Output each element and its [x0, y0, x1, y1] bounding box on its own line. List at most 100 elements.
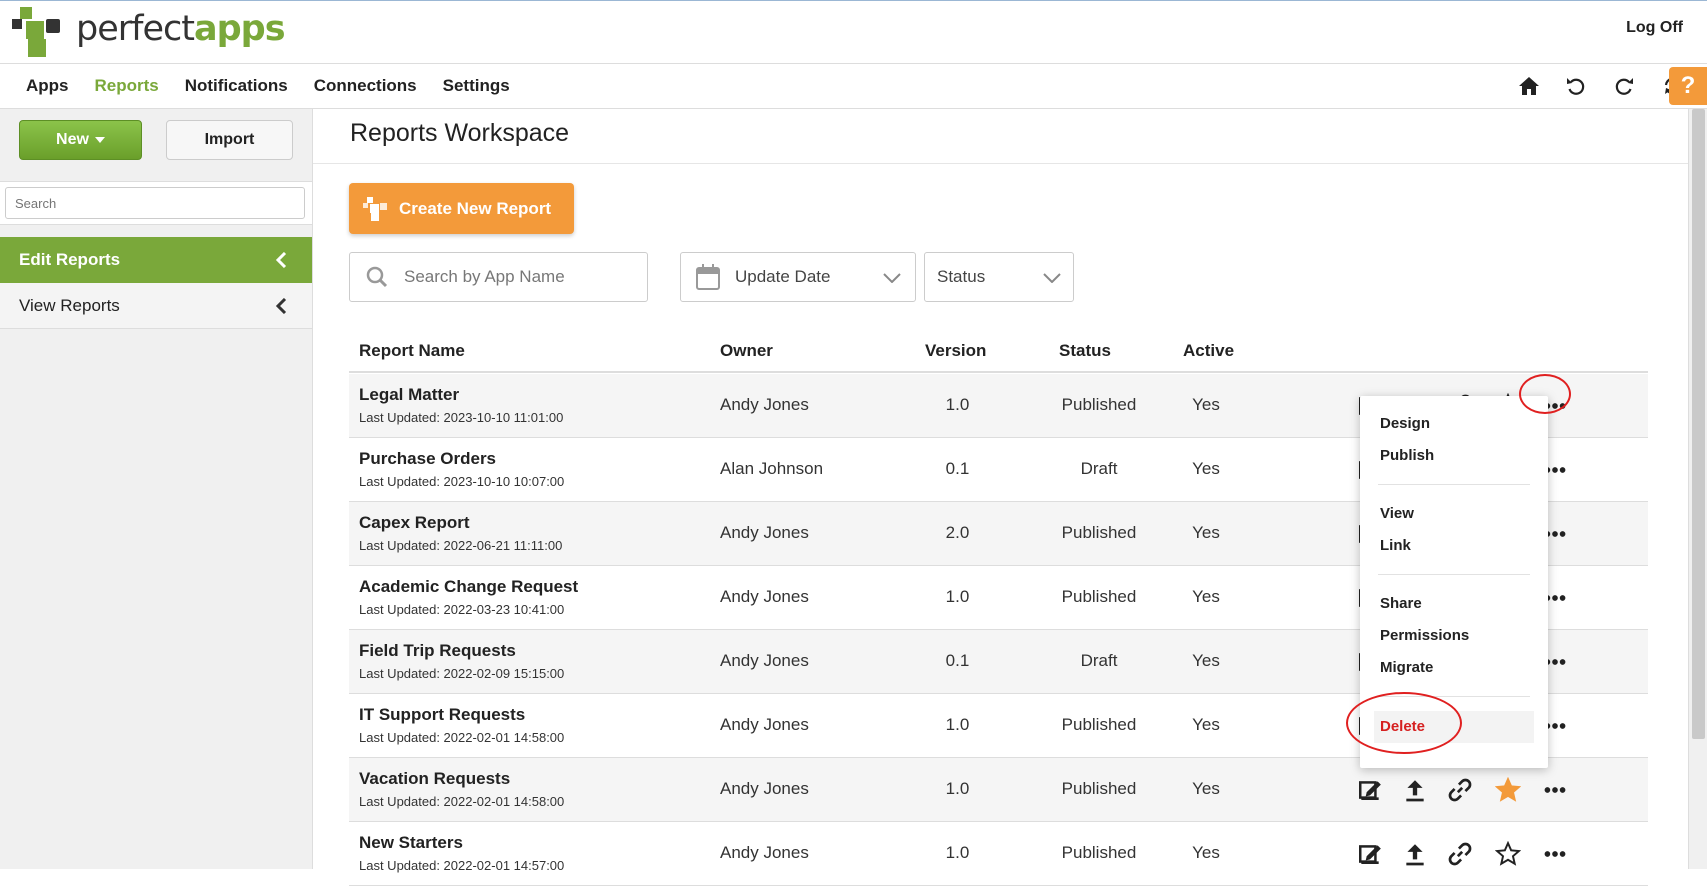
sidebar-search-container [0, 181, 312, 225]
status-cell: Published [1061, 523, 1137, 542]
nav-settings[interactable]: Settings [443, 76, 510, 96]
owner-cell: Andy Jones [720, 651, 809, 670]
sidebar-item-label: Edit Reports [19, 250, 121, 269]
status-cell: Published [1061, 843, 1137, 862]
search-by-app-name-field[interactable]: Search by App Name [349, 252, 648, 302]
owner-cell: Andy Jones [720, 715, 809, 734]
sidebar-item-view-reports[interactable]: View Reports [0, 283, 312, 329]
update-date-label: Update Date [735, 267, 831, 286]
sidebar-item-edit-reports[interactable]: Edit Reports [0, 237, 312, 283]
table-row[interactable]: New Starters Last Updated: 2022-02-01 14:… [349, 822, 1648, 886]
active-cell: Yes [1192, 459, 1220, 478]
star-icon[interactable] [1495, 841, 1521, 867]
home-icon[interactable] [1517, 74, 1541, 98]
active-cell: Yes [1192, 587, 1220, 606]
nav-apps[interactable]: Apps [26, 76, 69, 96]
column-active[interactable]: Active [1183, 341, 1234, 361]
edit-icon[interactable] [1357, 777, 1383, 803]
version-cell: 1.0 [945, 587, 970, 606]
menu-item-permissions[interactable]: Permissions [1380, 627, 1469, 644]
report-name[interactable]: Vacation Requests [359, 769, 510, 789]
owner-cell: Andy Jones [720, 395, 809, 414]
search-placeholder: Search by App Name [404, 267, 565, 286]
column-status[interactable]: Status [1059, 341, 1111, 361]
report-name[interactable]: Capex Report [359, 513, 470, 533]
publish-icon[interactable] [1402, 777, 1428, 803]
owner-cell: Andy Jones [720, 843, 809, 862]
nav-notifications[interactable]: Notifications [185, 76, 288, 96]
page-title: Reports Workspace [350, 119, 570, 147]
more-options-icon[interactable] [1542, 841, 1568, 867]
version-cell: 0.1 [945, 651, 970, 670]
menu-item-share[interactable]: Share [1380, 595, 1422, 612]
chevron-down-icon [1043, 273, 1061, 283]
star-filled-icon[interactable] [1495, 777, 1521, 803]
last-updated: Last Updated: 2022-02-09 15:15:00 [359, 666, 565, 681]
status-dropdown[interactable]: Status [924, 252, 1074, 302]
last-updated: Last Updated: 2022-02-01 14:57:00 [359, 858, 565, 873]
menu-divider [1378, 574, 1530, 575]
more-options-icon[interactable] [1542, 777, 1568, 803]
chevron-left-icon [275, 298, 287, 314]
menu-item-publish[interactable]: Publish [1380, 447, 1434, 464]
last-updated: Last Updated: 2022-03-23 10:41:00 [359, 602, 565, 617]
search-icon [366, 266, 388, 288]
menu-item-delete[interactable]: Delete [1374, 711, 1534, 743]
menu-item-design[interactable]: Design [1380, 415, 1430, 432]
report-name[interactable]: Field Trip Requests [359, 641, 516, 661]
column-version[interactable]: Version [925, 341, 986, 361]
redo-icon[interactable] [1612, 74, 1636, 98]
update-date-dropdown[interactable]: Update Date [680, 252, 916, 302]
caret-down-icon [94, 137, 105, 143]
create-new-report-button[interactable]: Create New Report [349, 183, 574, 234]
table-header: Report Name Owner Version Status Active [349, 331, 1648, 373]
calendar-icon [696, 264, 720, 290]
menu-item-view[interactable]: View [1380, 505, 1414, 522]
report-name[interactable]: IT Support Requests [359, 705, 525, 725]
report-name[interactable]: Academic Change Request [359, 577, 578, 597]
menu-item-link[interactable]: Link [1380, 537, 1411, 554]
help-button[interactable]: ? [1669, 67, 1707, 105]
version-cell: 1.0 [945, 779, 970, 798]
logo-wordmark: perfectapps [76, 9, 286, 49]
last-updated: Last Updated: 2023-10-10 11:01:00 [359, 410, 564, 425]
row-actions-menu: Design Publish View Link Share Permissio… [1360, 396, 1548, 768]
page-scrollbar[interactable] [1688, 109, 1707, 869]
last-updated: Last Updated: 2023-10-10 10:07:00 [359, 474, 565, 489]
import-button[interactable]: Import [166, 120, 293, 160]
version-cell: 1.0 [945, 395, 970, 414]
menu-item-migrate[interactable]: Migrate [1380, 659, 1433, 676]
sidebar-item-label: View Reports [19, 295, 120, 315]
active-cell: Yes [1192, 779, 1220, 798]
owner-cell: Alan Johnson [720, 459, 824, 478]
sidebar-search-input[interactable] [5, 187, 305, 219]
version-cell: 0.1 [945, 459, 970, 478]
last-updated: Last Updated: 2022-06-21 11:11:00 [359, 538, 563, 553]
new-button[interactable]: New [19, 120, 142, 160]
column-owner[interactable]: Owner [720, 341, 773, 361]
version-cell: 2.0 [945, 523, 970, 542]
top-bar: perfectapps Log Off [0, 0, 1707, 63]
status-cell: Published [1061, 587, 1137, 606]
version-cell: 1.0 [945, 843, 970, 862]
report-name[interactable]: Legal Matter [359, 385, 459, 405]
link-icon[interactable] [1447, 841, 1473, 867]
active-cell: Yes [1192, 651, 1220, 670]
nav-reports[interactable]: Reports [95, 76, 159, 96]
link-icon[interactable] [1447, 777, 1473, 803]
undo-icon[interactable] [1564, 74, 1588, 98]
edit-icon[interactable] [1357, 841, 1383, 867]
perfectapps-logo[interactable]: perfectapps [12, 7, 286, 57]
title-divider [313, 163, 1688, 164]
owner-cell: Andy Jones [720, 523, 809, 542]
version-cell: 1.0 [945, 715, 970, 734]
nav-connections[interactable]: Connections [314, 76, 417, 96]
sidebar: New Import Edit Reports View Reports [0, 109, 313, 869]
column-report-name[interactable]: Report Name [359, 341, 465, 361]
log-off-link[interactable]: Log Off [1626, 19, 1683, 37]
main-nav: Apps Reports Notifications Connections S… [0, 63, 1707, 109]
publish-icon[interactable] [1402, 841, 1428, 867]
report-name[interactable]: New Starters [359, 833, 463, 853]
scrollbar-thumb[interactable] [1692, 109, 1705, 739]
report-name[interactable]: Purchase Orders [359, 449, 496, 469]
